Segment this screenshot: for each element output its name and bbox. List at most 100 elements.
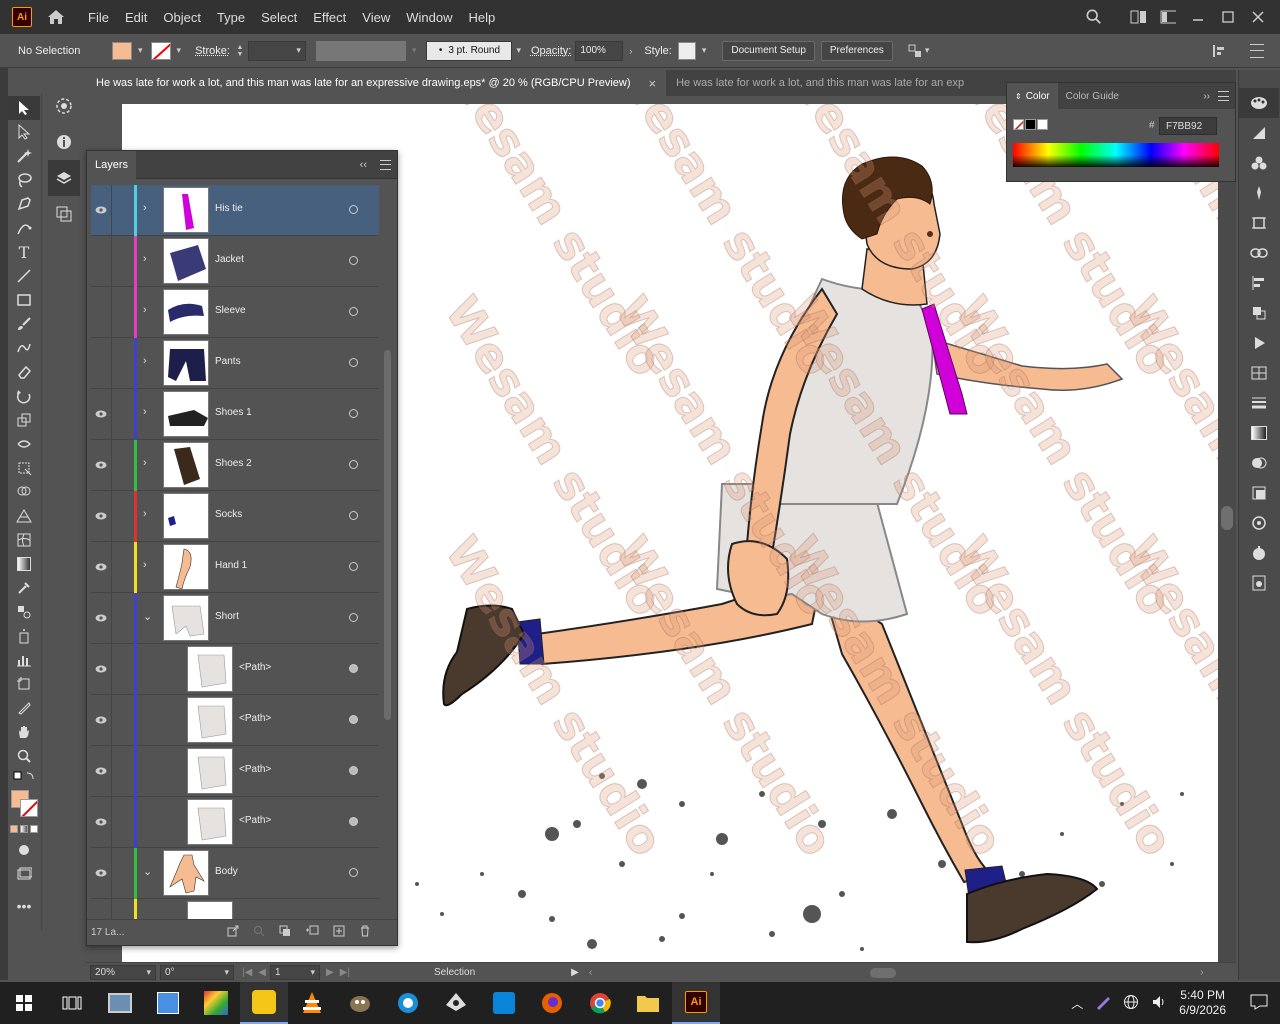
eyedropper-tool-icon[interactable] <box>8 576 40 600</box>
layer-row[interactable]: ⌄ Body <box>91 848 379 899</box>
expand-arrow-icon[interactable]: › <box>143 355 147 367</box>
menu-edit[interactable]: Edit <box>117 10 155 25</box>
selection-tool-icon[interactable] <box>8 96 40 120</box>
variable-width-profile[interactable] <box>315 40 406 61</box>
lock-toggle[interactable] <box>111 644 131 695</box>
maximize-icon[interactable] <box>1220 9 1236 25</box>
close-icon[interactable] <box>1250 9 1266 25</box>
lock-toggle[interactable] <box>111 185 131 236</box>
preferences-button[interactable]: Preferences <box>820 40 893 61</box>
visibility-eye-icon[interactable] <box>95 765 107 777</box>
studio-app-icon[interactable] <box>192 982 240 1024</box>
workspace-icon[interactable] <box>1160 9 1176 25</box>
rectangle-tool-icon[interactable] <box>8 288 40 312</box>
menu-help[interactable]: Help <box>460 10 503 25</box>
shaper-tool-icon[interactable] <box>8 336 40 360</box>
next-artboard-icon[interactable]: ▶ <box>326 967 334 978</box>
sublayer-row[interactable]: <Path> <box>91 746 379 797</box>
fill-dropdown-icon[interactable]: ▾ <box>138 45 143 56</box>
artboards-panel-icon[interactable] <box>48 196 80 232</box>
collapse-panel-icon[interactable]: ‹‹ <box>360 159 367 171</box>
opacity-arrow-icon[interactable]: › <box>629 46 632 56</box>
photos-app-icon[interactable] <box>96 982 144 1024</box>
magic-wand-tool-icon[interactable] <box>8 144 40 168</box>
expand-arrow-icon[interactable]: › <box>143 304 147 316</box>
stroke-weight-input[interactable]: ▾ <box>247 40 306 61</box>
screen-mode-icon[interactable] <box>8 862 40 886</box>
hex-input[interactable]: F7BB92 <box>1159 117 1217 135</box>
brush-definition[interactable]: • 3 pt. Round <box>426 40 513 61</box>
profile-dropdown-icon[interactable]: ▾ <box>412 45 417 56</box>
black-swatch[interactable] <box>1025 119 1036 130</box>
color-spectrum[interactable] <box>1013 143 1219 167</box>
target-circle-icon[interactable] <box>349 868 358 877</box>
visibility-eye-icon[interactable] <box>95 459 107 471</box>
target-circle-icon[interactable] <box>349 664 358 673</box>
sublayer-row[interactable]: <Path> <box>91 644 379 695</box>
target-circle-icon[interactable] <box>349 715 358 724</box>
opacity-input[interactable]: 100% <box>575 40 624 61</box>
layer-name[interactable]: Pants <box>215 356 241 367</box>
curvature-tool-icon[interactable] <box>8 216 40 240</box>
lock-toggle[interactable] <box>111 542 131 593</box>
document-setup-button[interactable]: Document Setup <box>722 40 815 61</box>
free-transform-tool-icon[interactable] <box>8 456 40 480</box>
first-artboard-icon[interactable]: |◀ <box>242 967 252 978</box>
lock-toggle[interactable] <box>111 797 131 848</box>
stroke-panel-icon[interactable] <box>1239 388 1279 418</box>
style-dropdown-icon[interactable]: ▾ <box>702 45 707 56</box>
tab-second-document[interactable]: He was late for work a lot, and this man… <box>666 70 986 96</box>
scale-tool-icon[interactable] <box>8 408 40 432</box>
expand-arrow-icon[interactable]: › <box>143 508 147 520</box>
tab-layers[interactable]: Layers <box>87 150 137 179</box>
make-clipping-mask-icon[interactable] <box>279 925 291 940</box>
minimize-icon[interactable] <box>1190 9 1206 25</box>
layer-name[interactable]: Short <box>215 611 239 622</box>
hand-tool-icon[interactable] <box>8 720 40 744</box>
search-icon[interactable] <box>1086 9 1102 25</box>
vertical-scrollbar[interactable] <box>1218 96 1236 962</box>
color-panel-icon[interactable] <box>1239 88 1279 118</box>
layer-row[interactable]: › Sleeve <box>91 287 379 338</box>
delete-layer-icon[interactable] <box>359 925 371 940</box>
sublayer-row[interactable]: <Path> <box>91 797 379 848</box>
gradient-panel-icon[interactable] <box>1239 418 1279 448</box>
visibility-eye-icon[interactable] <box>95 714 107 726</box>
layer-row[interactable]: › Pants <box>91 338 379 389</box>
target-circle-icon[interactable] <box>349 460 358 469</box>
style-swatch[interactable] <box>677 41 696 60</box>
target-circle-icon[interactable] <box>349 205 358 214</box>
color-guide-panel-icon[interactable] <box>1239 118 1279 148</box>
menu-type[interactable]: Type <box>209 10 253 25</box>
visibility-eye-icon[interactable] <box>95 561 107 573</box>
symbol-sprayer-tool-icon[interactable] <box>8 624 40 648</box>
status-menu-arrow-icon[interactable]: ▶ <box>571 967 579 978</box>
expand-panel-icon[interactable]: ›› <box>1203 91 1210 102</box>
scroll-left-icon[interactable]: ‹ <box>589 967 592 978</box>
layer-row[interactable]: › Jacket <box>91 236 379 287</box>
export-icon[interactable] <box>227 925 239 940</box>
transform-icon[interactable] <box>1208 41 1228 61</box>
layer-name[interactable]: His tie <box>215 203 243 214</box>
lasso-tool-icon[interactable] <box>8 168 40 192</box>
visibility-eye-icon[interactable] <box>95 612 107 624</box>
expand-arrow-icon[interactable]: › <box>143 406 147 418</box>
tab-active-document[interactable]: He was late for work a lot, and this man… <box>86 70 667 96</box>
gradient-tool-icon[interactable] <box>8 552 40 576</box>
direct-selection-tool-icon[interactable] <box>8 120 40 144</box>
menu-file[interactable]: File <box>80 10 117 25</box>
stroke-weight-stepper[interactable]: ▲ ▼ <box>234 41 246 61</box>
target-circle-icon[interactable] <box>349 307 358 316</box>
target-circle-icon[interactable] <box>349 766 358 775</box>
tab-close-icon[interactable]: × <box>649 76 657 91</box>
properties-panel-icon[interactable] <box>48 88 80 124</box>
show-hidden-icons[interactable]: ︿ <box>1071 995 1083 1012</box>
vertical-scroll-thumb[interactable] <box>1221 506 1233 530</box>
target-circle-icon[interactable] <box>349 817 358 826</box>
arrange-documents-icon[interactable] <box>1130 9 1146 25</box>
illustrator-app-icon[interactable]: Ai <box>672 982 720 1024</box>
lock-toggle[interactable] <box>111 287 131 338</box>
transform-panel-icon[interactable] <box>1239 358 1279 388</box>
expand-arrow-icon[interactable]: › <box>143 457 147 469</box>
image-trace-panel-icon[interactable] <box>1239 538 1279 568</box>
